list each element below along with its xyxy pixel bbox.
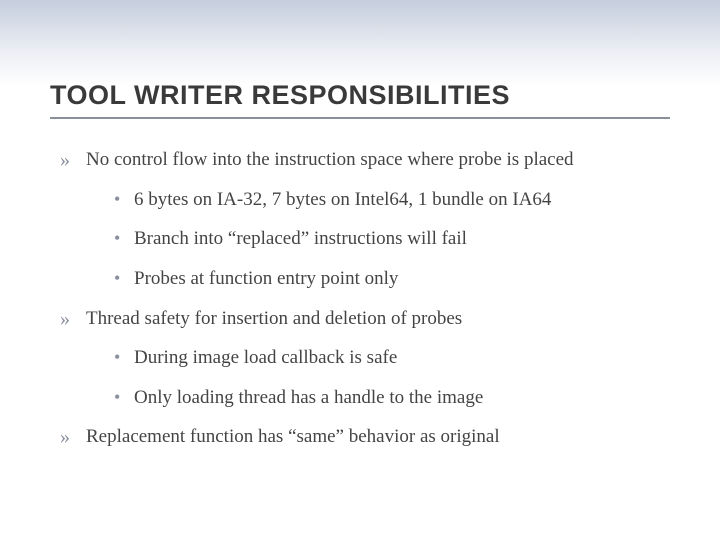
bullet-text: Probes at function entry point only (134, 268, 398, 289)
list-item: Replacement function has “same” behavior… (60, 424, 670, 450)
bullet-text: Thread safety for insertion and deletion… (86, 308, 462, 329)
list-item: Probes at function entry point only (114, 266, 670, 292)
bullet-text: Only loading thread has a handle to the … (134, 387, 483, 408)
list-item: During image load callback is safe (114, 345, 670, 371)
bullet-text: Branch into “replaced” instructions will… (134, 228, 467, 249)
bullet-list-level-2: During image load callback is safe Only … (114, 345, 670, 410)
bullet-text: Replacement function has “same” behavior… (86, 426, 500, 447)
bullet-list-level-1: No control flow into the instruction spa… (60, 147, 670, 450)
list-item: No control flow into the instruction spa… (60, 147, 670, 292)
slide-title: TOOL WRITER RESPONSIBILITIES (50, 80, 670, 119)
bullet-text: No control flow into the instruction spa… (86, 149, 574, 170)
list-item: Only loading thread has a handle to the … (114, 385, 670, 411)
list-item: Thread safety for insertion and deletion… (60, 306, 670, 411)
slide: TOOL WRITER RESPONSIBILITIES No control … (0, 0, 720, 540)
bullet-text: 6 bytes on IA-32, 7 bytes on Intel64, 1 … (134, 189, 551, 210)
list-item: 6 bytes on IA-32, 7 bytes on Intel64, 1 … (114, 187, 670, 213)
list-item: Branch into “replaced” instructions will… (114, 226, 670, 252)
bullet-list-level-2: 6 bytes on IA-32, 7 bytes on Intel64, 1 … (114, 187, 670, 292)
bullet-text: During image load callback is safe (134, 347, 397, 368)
